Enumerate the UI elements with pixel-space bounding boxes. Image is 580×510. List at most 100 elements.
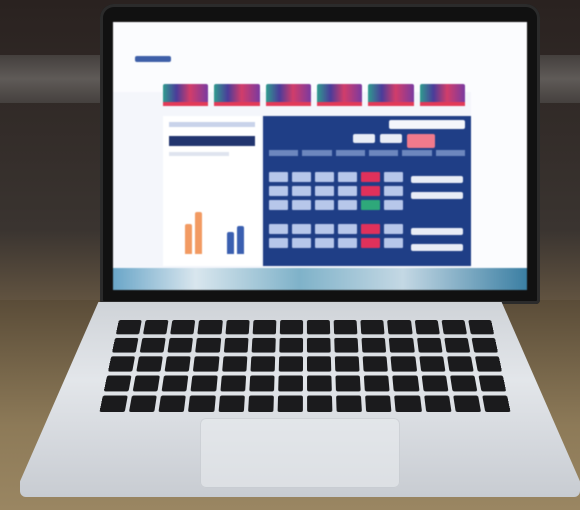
quote-cell[interactable] xyxy=(384,200,403,210)
keyboard-key xyxy=(193,356,220,372)
column-header xyxy=(269,150,299,156)
keyboard-key xyxy=(414,320,440,335)
market-tab-6[interactable] xyxy=(419,84,466,106)
keyboard-key xyxy=(279,320,304,335)
keyboard-key xyxy=(158,395,187,413)
quote-cell[interactable] xyxy=(338,200,357,210)
chart-spike-1 xyxy=(185,224,192,254)
keyboard-key xyxy=(143,320,169,335)
keyboard-key xyxy=(443,337,471,353)
quote-cell[interactable] xyxy=(292,224,311,234)
keyboard-key xyxy=(449,375,478,392)
left-chart-panel xyxy=(163,116,261,266)
quote-cell[interactable] xyxy=(269,186,288,196)
keyboard-key xyxy=(478,375,507,392)
taskbar-dock xyxy=(113,268,527,290)
chart-spike-2 xyxy=(195,212,202,254)
left-panel-search[interactable] xyxy=(169,136,255,146)
quote-cell[interactable] xyxy=(384,224,403,234)
market-tab-3[interactable] xyxy=(265,84,312,106)
panel-title xyxy=(389,120,465,129)
keyboard-key xyxy=(334,356,360,372)
quote-cell-down[interactable] xyxy=(361,224,380,234)
toolbar-button-2[interactable] xyxy=(380,134,402,143)
keyboard-key xyxy=(223,337,249,353)
keyboard-key xyxy=(115,320,142,335)
toolbar-accent-button[interactable] xyxy=(407,134,435,148)
keyboard xyxy=(99,320,511,413)
keyboard-key xyxy=(190,375,218,392)
quote-cell[interactable] xyxy=(292,200,311,210)
column-header xyxy=(335,150,365,156)
quote-cell[interactable] xyxy=(384,238,403,248)
quote-cell[interactable] xyxy=(315,172,334,182)
keyboard-key xyxy=(441,320,467,335)
brand-logo xyxy=(135,56,171,62)
quote-cell-up[interactable] xyxy=(361,200,380,210)
keyboard-key xyxy=(251,337,276,353)
row-label xyxy=(411,228,463,235)
quote-cell[interactable] xyxy=(315,186,334,196)
keyboard-key xyxy=(389,337,415,353)
keyboard-key xyxy=(474,356,503,372)
keyboard-key xyxy=(334,337,359,353)
keyboard-key xyxy=(306,356,332,372)
column-header xyxy=(302,150,332,156)
quote-cell[interactable] xyxy=(338,172,357,182)
quote-cell[interactable] xyxy=(315,200,334,210)
quote-cell[interactable] xyxy=(384,172,403,182)
toolbar-button-1[interactable] xyxy=(353,134,375,143)
market-tab-strip xyxy=(163,84,466,108)
keyboard-key xyxy=(248,375,275,392)
quote-cell[interactable] xyxy=(269,172,288,182)
quote-cell[interactable] xyxy=(292,186,311,196)
market-tab-4[interactable] xyxy=(316,84,363,106)
keyboard-key xyxy=(307,395,333,413)
keyboard-key xyxy=(219,375,246,392)
keyboard-key xyxy=(167,337,194,353)
chart-spike-3 xyxy=(227,232,234,254)
market-tab-5[interactable] xyxy=(368,84,414,106)
keyboard-key xyxy=(446,356,474,372)
keyboard-key xyxy=(468,320,495,335)
quote-cell-down[interactable] xyxy=(361,172,380,182)
keyboard-key xyxy=(387,320,413,335)
quote-cell-down[interactable] xyxy=(361,238,380,248)
keyboard-key xyxy=(139,337,167,353)
keyboard-key xyxy=(252,320,277,335)
quote-grid-top xyxy=(269,172,403,210)
keyboard-key xyxy=(365,395,392,413)
quote-cell[interactable] xyxy=(315,224,334,234)
keyboard-key xyxy=(247,395,274,413)
quote-cell[interactable] xyxy=(338,186,357,196)
keyboard-key xyxy=(471,337,498,353)
keyboard-key xyxy=(278,356,303,372)
keyboard-key xyxy=(278,375,303,392)
keyboard-key xyxy=(335,375,362,392)
quote-cell[interactable] xyxy=(384,186,403,196)
keyboard-key xyxy=(482,395,511,413)
trackpad xyxy=(200,418,400,488)
market-tab-2[interactable] xyxy=(214,84,260,106)
keyboard-key xyxy=(394,395,422,413)
laptop-base xyxy=(20,302,580,502)
quote-cell[interactable] xyxy=(338,238,357,248)
quote-cell[interactable] xyxy=(315,238,334,248)
laptop-screen xyxy=(113,22,527,290)
keyboard-key xyxy=(364,375,391,392)
quote-cell[interactable] xyxy=(292,172,311,182)
grid-header xyxy=(269,150,465,156)
row-label xyxy=(411,176,463,183)
quote-cell[interactable] xyxy=(269,200,288,210)
keyboard-key xyxy=(197,320,223,335)
quote-cell[interactable] xyxy=(338,224,357,234)
quote-cell[interactable] xyxy=(292,238,311,248)
quote-cell-down[interactable] xyxy=(361,186,380,196)
market-tab-1[interactable] xyxy=(163,84,209,106)
quote-cell[interactable] xyxy=(269,224,288,234)
keyboard-key xyxy=(111,337,139,353)
quote-cell[interactable] xyxy=(269,238,288,248)
column-header xyxy=(435,150,465,156)
trading-grid-panel xyxy=(263,116,471,266)
panel-toolbar xyxy=(353,134,435,148)
